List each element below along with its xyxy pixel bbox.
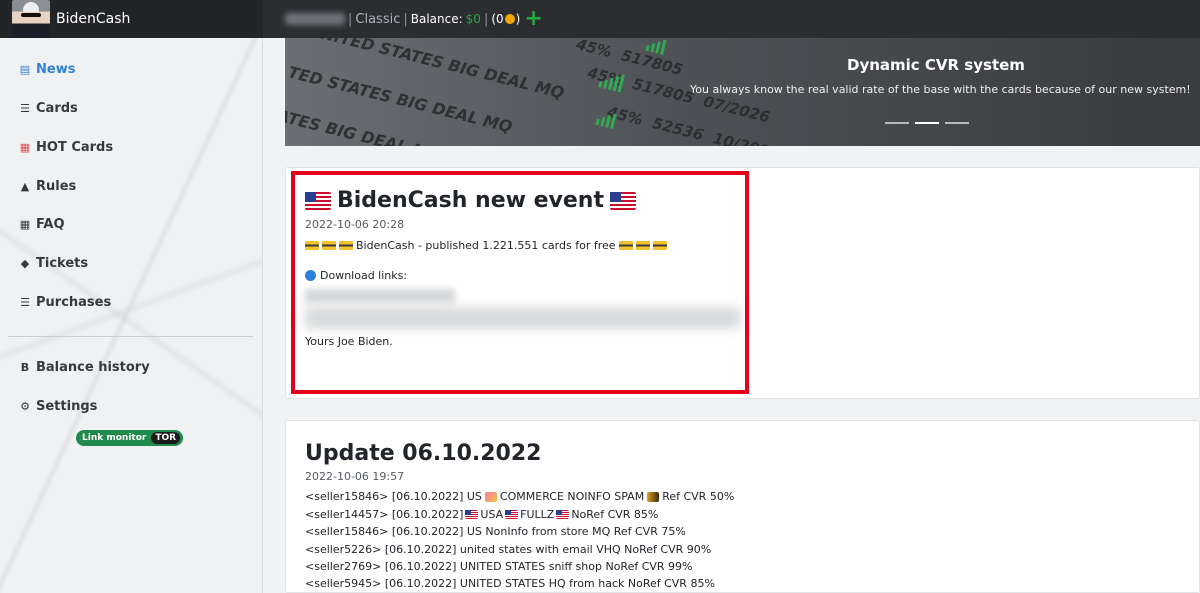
post-date: 2022-10-06 19:57 — [305, 470, 405, 483]
sidebar-item-label: Purchases — [36, 295, 112, 310]
account-status: | Classic | Balance: $0 | (0 ) + — [345, 8, 543, 30]
credit-card-icon — [635, 241, 650, 250]
us-flag-icon — [505, 510, 519, 519]
credit-card-icon — [339, 241, 353, 250]
carousel-indicator[interactable] — [885, 122, 909, 124]
hot-cards-icon: ▦ — [19, 141, 31, 154]
brand-name[interactable]: BidenCash — [56, 11, 130, 27]
tickets-icon: ◆ — [20, 257, 30, 270]
coin-close: ) — [515, 12, 521, 26]
sidebar-item-tickets[interactable]: ◆ Tickets — [18, 256, 88, 271]
us-flag-icon — [609, 191, 636, 210]
credit-card-icon — [652, 241, 667, 250]
balance-amount: $0 — [465, 12, 481, 26]
link-monitor-badge[interactable]: Link monitor TOR — [76, 430, 184, 446]
update-line-seller: <seller14457> [06.10.2022] — [305, 508, 464, 521]
list-icon: ☰ — [20, 296, 30, 309]
sidebar-item-faq[interactable]: ▦ FAQ — [18, 217, 65, 232]
separator: | — [403, 11, 408, 27]
download-links-text: Download links: — [320, 269, 408, 282]
update-line-base: FULLZ — [520, 508, 555, 521]
tor-badge: TOR — [151, 432, 181, 444]
sidebar-item-news[interactable]: ▤ News — [18, 62, 76, 77]
separator: | — [483, 11, 489, 27]
mode-label[interactable]: Classic — [355, 12, 400, 27]
update-line-base: COMMERCE NOINFO SPAM — [499, 490, 645, 503]
sidebar-item-cards[interactable]: ☰ Cards — [18, 101, 78, 116]
news-icon: ▤ — [19, 63, 31, 76]
sidebar-item-label: Balance history — [36, 360, 150, 375]
bitcoin-icon: B — [20, 361, 30, 374]
plus-icon[interactable]: + — [524, 8, 542, 30]
sidebar-item-label: Settings — [36, 399, 98, 414]
shopping-bags-icon — [484, 491, 497, 502]
post-title: Update 06.10.2022 — [305, 441, 542, 466]
sidebar-item-label: Rules — [36, 179, 77, 194]
credit-card-icon — [305, 241, 319, 250]
sidebar-item-settings[interactable]: ⚙ Settings — [18, 399, 97, 414]
blue-circle-icon — [305, 270, 316, 281]
update-line-seller: <seller15846> [06.10.2022] US — [305, 490, 482, 503]
update-line: <seller5945> [06.10.2022] UNITED STATES … — [305, 577, 715, 590]
sidebar-item-label: Cards — [36, 101, 78, 116]
download-links-label: Download links: — [305, 269, 407, 282]
banner-subtitle: You always know the real valid rate of t… — [690, 83, 1191, 96]
avatar — [12, 0, 50, 38]
update-line-base: USA — [480, 508, 504, 521]
redacted-link[interactable] — [305, 307, 740, 329]
coin-balance: (0 ) — [491, 12, 520, 26]
sidebar-item-label: HOT Cards — [36, 140, 114, 155]
sidebar-item-purchases[interactable]: ☰ Purchases — [18, 295, 111, 310]
sidebar-item-label: News — [36, 62, 76, 77]
separator: | — [348, 11, 353, 27]
update-line: <seller2769> [06.10.2022] UNITED STATES … — [305, 560, 693, 573]
update-line-cvr: NoRef CVR 85% — [571, 508, 659, 521]
divider — [8, 336, 253, 337]
update-line-cvr: Ref CVR 50% — [662, 490, 735, 503]
carousel-indicators — [885, 122, 969, 124]
faq-icon: ▦ — [19, 218, 31, 231]
update-line: <seller15846> [06.10.2022] US NonInfo fr… — [305, 525, 686, 538]
sidebar-item-hot-cards[interactable]: ▦ HOT Cards — [18, 140, 113, 155]
update-line: <seller15846> [06.10.2022] US COMMERCE N… — [305, 490, 734, 503]
banner-carousel[interactable]: UNITED STATES BIG DEAL MQ TED STATES BIG… — [285, 38, 1200, 146]
coin-icon — [504, 14, 515, 24]
link-monitor-label: Link monitor — [82, 433, 147, 443]
post-date: 2022-10-06 20:28 — [305, 218, 405, 231]
sidebar: ▤ News ☰ Cards ▦ HOT Cards ▲ Rules ▦ FAQ… — [0, 38, 263, 593]
sidebar-item-label: Tickets — [36, 256, 89, 271]
rules-icon: ▲ — [20, 180, 30, 193]
truck-icon — [647, 491, 660, 502]
carousel-indicator[interactable] — [945, 122, 969, 124]
us-flag-icon — [556, 510, 570, 519]
gear-icon: ⚙ — [20, 400, 30, 413]
balance-label: Balance: — [410, 12, 463, 26]
us-flag-icon — [305, 191, 331, 210]
post-line: BidenCash - published 1.221.551 cards fo… — [305, 239, 670, 252]
redacted-link[interactable] — [305, 289, 455, 303]
sidebar-item-balance-history[interactable]: B Balance history — [18, 360, 150, 375]
carousel-indicator-active[interactable] — [915, 122, 939, 124]
top-bar: BidenCash | Classic | Balance: $0 | (0 )… — [0, 0, 1200, 38]
update-line: <seller5226> [06.10.2022] united states … — [305, 543, 712, 556]
sidebar-item-label: FAQ — [36, 217, 65, 232]
post-signature: Yours Joe Biden. — [305, 335, 393, 348]
credit-card-icon — [322, 241, 336, 250]
post-line-text: BidenCash - published 1.221.551 cards fo… — [356, 239, 616, 252]
us-flag-icon — [465, 510, 479, 519]
credit-card-icon — [618, 241, 633, 250]
coin-count: (0 — [491, 12, 504, 26]
blurred-username — [285, 13, 345, 25]
list-icon: ☰ — [20, 102, 30, 115]
post-title: BidenCash new event — [305, 188, 636, 213]
brand-area: BidenCash — [0, 0, 263, 38]
sidebar-item-rules[interactable]: ▲ Rules — [18, 179, 77, 194]
update-line: <seller14457> [06.10.2022] USA FULLZ NoR… — [305, 508, 658, 521]
banner-title: Dynamic CVR system — [847, 56, 1025, 74]
post-title-text: BidenCash new event — [337, 188, 604, 213]
